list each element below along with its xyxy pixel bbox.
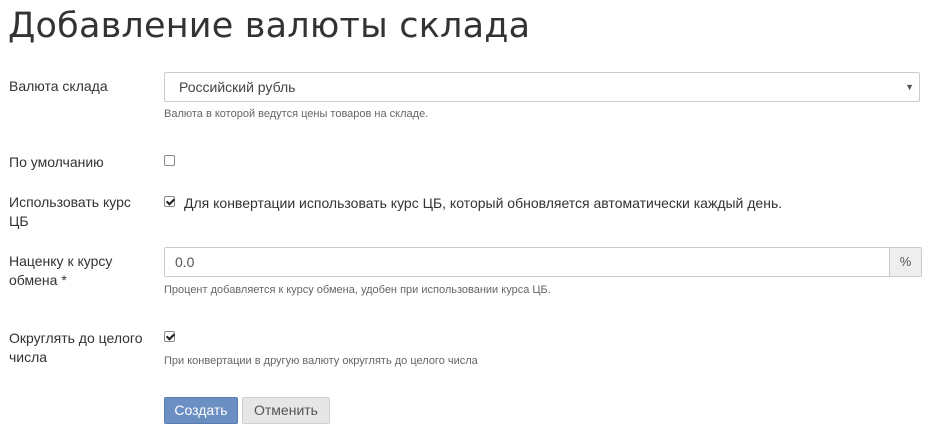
- currency-select[interactable]: Российский рубль ▼: [164, 72, 920, 102]
- cancel-button[interactable]: Отменить: [242, 397, 330, 424]
- use-cb-rate-label: Использовать курс ЦБ: [9, 194, 131, 229]
- markup-input-group: 0.0 %: [164, 247, 922, 277]
- round-label: Округлять до целого числа: [9, 330, 143, 365]
- currency-help: Валюта в которой ведутся цены товаров на…: [164, 108, 429, 120]
- use-cb-rate-checkbox[interactable]: [164, 196, 175, 207]
- round-help: При конвертации в другую валюту округлят…: [164, 355, 478, 367]
- create-button[interactable]: Создать: [164, 397, 238, 424]
- markup-input[interactable]: 0.0: [164, 247, 890, 277]
- chevron-down-icon: ▼: [905, 82, 914, 92]
- default-label: По умолчанию: [9, 154, 104, 170]
- markup-help: Процент добавляется к курсу обмена, удоб…: [164, 284, 551, 296]
- default-checkbox[interactable]: [164, 155, 175, 166]
- percent-addon: %: [889, 247, 922, 277]
- currency-select-value: Российский рубль: [179, 79, 296, 95]
- page-title: Добавление валюты склада: [8, 6, 531, 46]
- currency-label: Валюта склада: [9, 78, 108, 94]
- use-cb-rate-text: Для конвертации использовать курс ЦБ, ко…: [184, 195, 783, 211]
- round-checkbox[interactable]: [164, 331, 175, 342]
- markup-label: Наценку к курсу обмена *: [9, 253, 113, 288]
